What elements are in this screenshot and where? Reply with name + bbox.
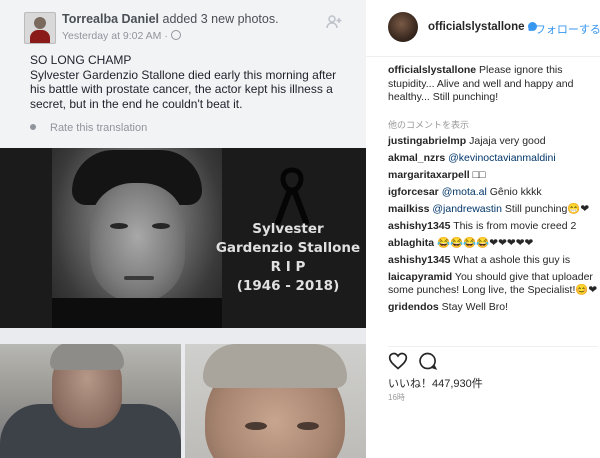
comment-item: gridendos Stay Well Bro!	[388, 301, 598, 314]
comment-icon[interactable]	[418, 351, 438, 371]
comment-mention[interactable]: @jandrewastin	[429, 203, 502, 215]
comment-text: This is from movie creed 2	[450, 220, 577, 232]
instagram-avatar[interactable]	[388, 12, 418, 42]
comment-username[interactable]: ashishy1345	[388, 254, 450, 266]
like-count[interactable]: いいね！447,930件	[388, 375, 483, 391]
comment-text: Stay Well Bro!	[438, 301, 509, 313]
facebook-post-title: Torrealba Daniel added 3 new photos.	[62, 12, 279, 26]
comment-username[interactable]: laicapyramid	[388, 271, 452, 283]
comment-username[interactable]: margaritaxarpell	[388, 169, 470, 181]
caption-username[interactable]: officialslystallone	[388, 64, 476, 76]
rate-translation-label: Rate this translation	[50, 122, 148, 134]
comment-text: Still punching😁❤	[501, 203, 590, 215]
facebook-author-name[interactable]: Torrealba Daniel	[62, 12, 159, 26]
comment-text: □□	[469, 169, 486, 181]
comment-username[interactable]: igforcesar	[388, 186, 439, 198]
instagram-username-text: officialslystallone	[428, 21, 525, 33]
comment-text: Jajaja very good	[466, 135, 546, 147]
comment-item: mailkiss @jandrewastin Still punching😁❤	[388, 203, 598, 216]
facebook-avatar[interactable]	[24, 12, 56, 44]
rip-memorial-image[interactable]: Sylvester Gardenzio Stallone R I P (1946…	[0, 148, 366, 328]
facebook-timestamp: Yesterday at 9:02 AM ·	[62, 30, 181, 42]
comment-username[interactable]: ablaghita	[388, 237, 434, 249]
instagram-caption: officialslystallone Please ignore this s…	[388, 64, 594, 105]
facebook-action-text: added 3 new photos.	[159, 12, 279, 26]
show-more-comments[interactable]: 他のコメントを表示	[388, 118, 469, 131]
post-photo-2[interactable]	[0, 344, 181, 458]
comment-username[interactable]: gridendos	[388, 301, 439, 313]
rip-line-1: Sylvester	[252, 221, 324, 237]
comment-text: Gênio kkkk	[486, 186, 542, 198]
comment-item: igforcesar @mota.al Gênio kkkk	[388, 186, 598, 199]
portrait-photo	[52, 148, 222, 328]
translate-icon	[30, 124, 36, 130]
comment-item: ashishy1345 This is from movie creed 2	[388, 220, 598, 233]
instagram-username[interactable]: officialslystallone	[428, 21, 537, 33]
follow-label: フォローする	[534, 24, 600, 36]
comment-username[interactable]: justingabrielmp	[388, 135, 466, 147]
comment-item: laicapyramid You should give that upload…	[388, 271, 598, 297]
comment-mention[interactable]: @mota.al	[439, 186, 487, 198]
globe-icon	[170, 30, 181, 40]
black-ribbon-icon	[275, 167, 309, 225]
rip-line-3: R I P	[270, 259, 306, 275]
facebook-post-body: Sylvester Gardenzio Stallone died early …	[30, 67, 337, 111]
comment-text: 😂😂😂😂❤❤❤❤❤	[434, 237, 534, 249]
heart-icon[interactable]	[388, 351, 408, 371]
comment-username[interactable]: akmal_nzrs	[388, 152, 445, 164]
comment-item: margaritaxarpell □□	[388, 169, 598, 182]
rip-caption: Sylvester Gardenzio Stallone R I P (1946…	[210, 220, 366, 296]
comment-item: justingabrielmp Jajaja very good	[388, 135, 598, 148]
comment-item: akmal_nzrs @kevinoctavianmaldini	[388, 152, 598, 165]
facebook-post-screenshot: Torrealba Daniel added 3 new photos. Yes…	[0, 0, 366, 458]
facebook-post-headline: SO LONG CHAMP	[30, 53, 132, 67]
post-photo-3[interactable]	[185, 344, 366, 458]
facebook-post-text: SO LONG CHAMP Sylvester Gardenzio Stallo…	[30, 53, 354, 111]
comment-mention[interactable]: @kevinoctavianmaldini	[445, 152, 556, 164]
comment-username[interactable]: mailkiss	[388, 203, 429, 215]
add-friend-icon[interactable]	[326, 14, 342, 30]
comment-item: ashishy1345 What a ashole this guy is	[388, 254, 598, 267]
comment-list: justingabrielmp Jajaja very good akmal_n…	[388, 135, 598, 318]
comment-username[interactable]: ashishy1345	[388, 220, 450, 232]
rip-line-2: Gardenzio Stallone	[215, 240, 361, 256]
facebook-post-header: Torrealba Daniel added 3 new photos. Yes…	[0, 0, 366, 148]
rip-line-4: (1946 - 2018)	[236, 278, 340, 294]
comment-text: What a ashole this guy is	[450, 254, 571, 266]
follow-button[interactable]: • フォローする	[528, 21, 600, 37]
comment-item: ablaghita 😂😂😂😂❤❤❤❤❤	[388, 237, 598, 250]
facebook-timestamp-text[interactable]: Yesterday at 9:02 AM ·	[62, 30, 168, 42]
instagram-post-panel: officialslystallone • フォローする officialsly…	[366, 0, 600, 458]
rate-translation[interactable]: Rate this translation	[30, 122, 147, 134]
post-date: 16時	[388, 393, 405, 402]
post-actions	[388, 346, 598, 373]
instagram-header: officialslystallone • フォローする	[366, 0, 600, 57]
